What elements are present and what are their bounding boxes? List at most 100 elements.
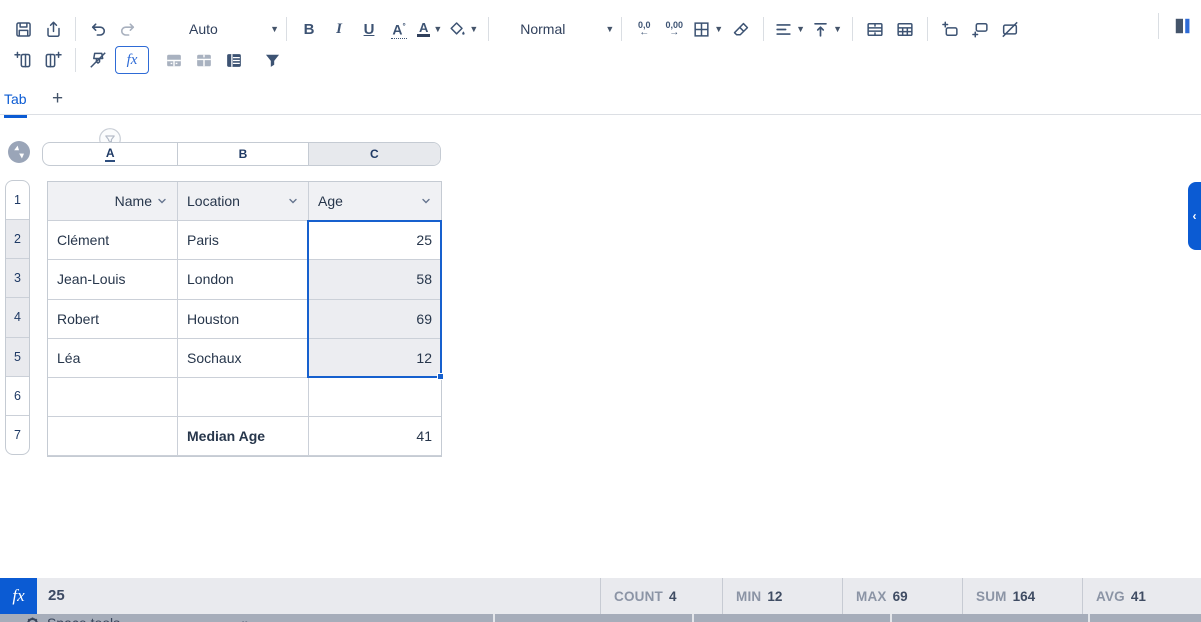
row-properties-icon bbox=[224, 51, 244, 70]
column-header-c[interactable]: C bbox=[308, 143, 440, 165]
cell-c2-active[interactable]: 25 bbox=[309, 221, 441, 260]
insert-row-below-icon bbox=[970, 20, 990, 39]
space-tools-link[interactable]: Space tools bbox=[26, 615, 120, 622]
cell-a6[interactable] bbox=[48, 378, 178, 417]
merge-cells-icon bbox=[865, 20, 885, 39]
save-button[interactable] bbox=[8, 14, 38, 44]
cell-c7[interactable]: 41 bbox=[309, 417, 441, 456]
undo-button[interactable] bbox=[83, 14, 113, 44]
cell-c4[interactable]: 69 bbox=[309, 300, 441, 339]
stat-count: COUNT 4 bbox=[600, 578, 722, 614]
split-table-button[interactable] bbox=[189, 45, 219, 75]
cell-b6[interactable] bbox=[178, 378, 309, 417]
eraser-button[interactable] bbox=[726, 14, 756, 44]
comments-disabled-button[interactable] bbox=[995, 14, 1025, 44]
font-size-dropdown[interactable]: Auto ▼ bbox=[161, 14, 279, 44]
format-painter-off-button[interactable] bbox=[83, 45, 113, 75]
cell-text: Sochaux bbox=[187, 350, 241, 366]
right-panel-collapse-tab[interactable]: ‹ bbox=[1188, 182, 1201, 250]
column-header-a[interactable]: A bbox=[43, 143, 177, 165]
row-header-6[interactable]: 6 bbox=[6, 376, 29, 415]
export-button[interactable] bbox=[38, 14, 68, 44]
cell-a2[interactable]: Clément bbox=[48, 221, 178, 260]
chevron-down-icon: ▼ bbox=[469, 25, 478, 34]
insert-column-left-button[interactable] bbox=[8, 45, 38, 75]
italic-button[interactable]: I bbox=[324, 14, 354, 44]
row-number: 3 bbox=[14, 271, 21, 285]
insert-row-below-button[interactable] bbox=[965, 14, 995, 44]
cell-style-dropdown[interactable]: Normal ▼ bbox=[496, 14, 614, 44]
text-color-button[interactable]: A ▼ bbox=[414, 14, 445, 44]
cell-a5[interactable]: Léa bbox=[48, 339, 178, 378]
cell-c5[interactable]: 12 bbox=[309, 339, 441, 378]
bold-label: B bbox=[304, 21, 315, 38]
underline-button[interactable]: U bbox=[354, 14, 384, 44]
stat-label: SUM bbox=[976, 589, 1007, 604]
chevron-down-icon: ▼ bbox=[796, 25, 805, 34]
stat-value: 164 bbox=[1013, 589, 1036, 604]
side-panel-icon bbox=[1173, 16, 1193, 36]
sidebar-collapse-icon[interactable]: « bbox=[240, 615, 248, 622]
cell-c6[interactable] bbox=[309, 378, 441, 417]
cell-c3[interactable]: 58 bbox=[309, 260, 441, 299]
cell-a4[interactable]: Robert bbox=[48, 300, 178, 339]
clear-formatting-button[interactable]: A° bbox=[384, 14, 414, 44]
merge-cells-button[interactable] bbox=[860, 14, 890, 44]
insert-column-right-button[interactable] bbox=[38, 45, 68, 75]
italic-label: I bbox=[336, 21, 342, 38]
row-number: 4 bbox=[14, 310, 21, 324]
row-header-7[interactable]: 7 bbox=[6, 415, 29, 454]
filter-button[interactable] bbox=[257, 45, 287, 75]
formula-bar-toggle-button[interactable]: fx bbox=[115, 46, 149, 74]
row-header-5[interactable]: 5 bbox=[6, 337, 29, 376]
stat-value: 4 bbox=[669, 589, 677, 604]
unmerge-cells-button[interactable] bbox=[890, 14, 920, 44]
vertical-align-button[interactable]: ▼ bbox=[808, 14, 845, 44]
insert-row-above-button[interactable] bbox=[935, 14, 965, 44]
spreadsheet-grid: Name Location Age Clément Paris 25 Jean-… bbox=[47, 181, 442, 457]
export-icon bbox=[44, 20, 63, 39]
redo-button[interactable] bbox=[113, 14, 143, 44]
status-fx-label: fx bbox=[12, 586, 24, 606]
stat-value: 12 bbox=[767, 589, 782, 604]
cell-b4[interactable]: Houston bbox=[178, 300, 309, 339]
cell-b2[interactable]: Paris bbox=[178, 221, 309, 260]
horizontal-align-button[interactable]: ▼ bbox=[771, 14, 808, 44]
cell-b3[interactable]: London bbox=[178, 260, 309, 299]
chevron-down-icon[interactable] bbox=[287, 195, 299, 207]
row-header-3[interactable]: 3 bbox=[6, 258, 29, 297]
cell-b7-median-age[interactable]: Median Age bbox=[178, 417, 309, 456]
select-all-pad[interactable] bbox=[8, 141, 30, 163]
toolbar-divider bbox=[621, 17, 622, 41]
borders-button[interactable]: ▼ bbox=[689, 14, 726, 44]
header-cell-age[interactable]: Age bbox=[309, 182, 441, 221]
cell-a3[interactable]: Jean-Louis bbox=[48, 260, 178, 299]
side-panel-toggle-button[interactable] bbox=[1158, 13, 1193, 39]
decrease-decimal-button[interactable]: 0,0← bbox=[629, 14, 659, 44]
row-header-2[interactable]: 2 bbox=[6, 219, 29, 258]
bold-button[interactable]: B bbox=[294, 14, 324, 44]
space-tools-label: Space tools bbox=[47, 615, 120, 622]
row-header-4[interactable]: 4 bbox=[6, 297, 29, 336]
column-header-b[interactable]: B bbox=[177, 143, 307, 165]
status-fx-button[interactable]: fx bbox=[0, 578, 37, 614]
chevron-down-icon[interactable] bbox=[156, 195, 168, 207]
cell-b5[interactable]: Sochaux bbox=[178, 339, 309, 378]
row-header-1[interactable]: 1 bbox=[6, 181, 29, 219]
increase-decimal-button[interactable]: 0,00→ bbox=[659, 14, 689, 44]
row-number: 1 bbox=[14, 193, 21, 207]
header-cell-name[interactable]: Name bbox=[48, 182, 178, 221]
toolbar-divider bbox=[927, 17, 928, 41]
stat-label: MIN bbox=[736, 589, 761, 604]
fill-color-button[interactable]: ▼ bbox=[445, 14, 481, 44]
header-cell-location[interactable]: Location bbox=[178, 182, 309, 221]
add-tab-button[interactable]: + bbox=[52, 88, 63, 110]
tab-sheet[interactable]: Tab bbox=[4, 91, 27, 118]
stats-panel: COUNT 4 MIN 12 MAX 69 SUM 164 AVG 41 bbox=[600, 578, 1201, 614]
cell-a7[interactable] bbox=[48, 417, 178, 456]
cell-text: Houston bbox=[187, 311, 239, 327]
chevron-down-icon: ▼ bbox=[714, 25, 723, 34]
chevron-down-icon[interactable] bbox=[420, 195, 432, 207]
row-properties-button[interactable] bbox=[219, 45, 249, 75]
merge-table-button[interactable] bbox=[159, 45, 189, 75]
